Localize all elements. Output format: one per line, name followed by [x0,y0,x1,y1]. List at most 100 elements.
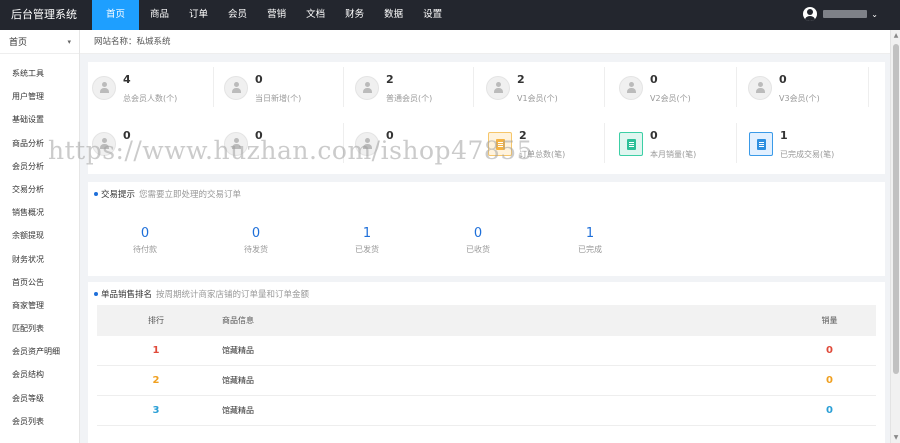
sidebar-module-select[interactable]: 首页 ▾ [0,30,79,54]
stats-panel: 4 总会员人数(个) 0 当日新增(个) 2 普通会员(个) 2 V1会员(个)… [88,62,885,174]
tip-value[interactable]: 0 [438,226,518,241]
sidebar-item-member-structure[interactable]: 会员结构 [0,363,79,386]
sidebar-item-product-analysis[interactable]: 商品分析 [0,132,79,155]
nav-data[interactable]: 数据 [375,0,412,30]
sidebar-item-member-levels[interactable]: 会员等级 [0,387,79,410]
tip-label[interactable]: 已收货 [438,244,518,255]
nav-home[interactable]: 首页 [92,0,140,30]
tip-value[interactable]: 0 [216,226,296,241]
column-sales: 销量 [821,316,838,325]
product-ranking-card: 单品销售排名 按周期统计商家店铺的订单量和订单金额 排行 商品信息 销量 1 馆… [88,282,885,443]
ranking-subtitle: 按周期统计商家店铺的订单量和订单金额 [156,290,310,300]
stat-value: 0 [650,73,658,86]
stat-label: 当日新增(个) [255,94,302,103]
chevron-down-icon[interactable]: ⌄ [871,10,878,19]
sidebar-item-member-analysis[interactable]: 会员分析 [0,155,79,178]
stat-new-today: 0 当日新增(个) [220,66,350,116]
ranking-title: 单品销售排名 [101,290,153,300]
rank-number: 2 [152,375,160,386]
nav-settings[interactable]: 设置 [414,0,451,30]
tip-label[interactable]: 待付款 [105,244,185,255]
sidebar-item-match-list[interactable]: 匹配列表 [0,317,79,340]
sidebar-item-system-tools[interactable]: 系统工具 [0,62,79,85]
table-row: 2 馆藏精品 0 [97,366,876,396]
nav-finance[interactable]: 财务 [336,0,373,30]
tip-value[interactable]: 1 [327,226,407,241]
rank-number: 1 [152,345,160,356]
nav-members[interactable]: 会员 [219,0,256,30]
page-scrollbar[interactable]: ▲ ▼ [890,30,900,443]
sidebar-item-member-list[interactable]: 会员列表 [0,410,79,433]
nav-marketing[interactable]: 营销 [258,0,295,30]
sidebar-item-sales-overview[interactable]: 销售概况 [0,201,79,224]
sidebar-item-trade-analysis[interactable]: 交易分析 [0,178,79,201]
user-icon [224,76,248,100]
divider [473,67,474,107]
stat-label: 订单总数(笔) [519,150,566,159]
user-menu[interactable]: ⌄ [803,7,878,21]
clipboard-icon [619,132,643,156]
divider [343,123,344,163]
top-bar: 后台管理系统 首页 商品 订单 会员 营销 文档 财务 数据 设置 ⌄ [0,0,900,30]
tip-received[interactable]: 0 已收货 [438,226,518,255]
stat-label: V3会员(个) [779,94,820,103]
nav-docs[interactable]: 文档 [297,0,334,30]
divider [604,123,605,163]
stat-value: 2 [517,73,525,86]
sidebar-item-users[interactable]: 用户管理 [0,85,79,108]
stat-label: 普通会员(个) [386,94,433,103]
stat-v2-members: 0 V2会员(个) [615,66,745,116]
sidebar-item-withdrawal[interactable]: 余额提现 [0,224,79,247]
stat-total-members: 4 总会员人数(个) [88,66,218,116]
divider [868,67,869,107]
stat-label: 总会员人数(个) [123,94,178,103]
avatar-icon[interactable] [803,7,818,21]
trade-tips-subtitle: 您需要立即处理的交易订单 [139,190,242,200]
user-name-blurred[interactable] [823,10,868,18]
scroll-up-icon[interactable]: ▲ [892,32,900,39]
bullet-dot-icon [94,292,98,296]
stat-total-orders: 2 订单总数(笔) [484,122,614,172]
trade-tips-title: 交易提示 [101,190,136,200]
ranking-header: 单品销售排名 按周期统计商家店铺的订单量和订单金额 [94,288,309,300]
scroll-down-icon[interactable]: ▼ [892,434,900,441]
sidebar-menu: 系统工具 用户管理 基础设置 商品分析 会员分析 交易分析 销售概况 余额提现 … [0,54,79,433]
column-product: 商品信息 [222,316,254,325]
sidebar-item-announcements[interactable]: 首页公告 [0,271,79,294]
stat-completed-trades: 1 已完成交易(笔) [745,122,875,172]
divider [736,67,737,107]
stat-item: 0 [88,122,218,172]
user-icon [92,132,116,156]
nav-orders[interactable]: 订单 [180,0,217,30]
nav-products[interactable]: 商品 [141,0,178,30]
tip-value[interactable]: 1 [550,226,630,241]
sidebar-item-basic-settings[interactable]: 基础设置 [0,108,79,131]
product-name: 馆藏精品 [222,406,254,415]
tip-pending-shipment[interactable]: 0 待发货 [216,226,296,255]
stat-label: 本月销量(笔) [650,150,697,159]
top-nav: 首页 商品 订单 会员 营销 文档 财务 数据 设置 [92,0,453,30]
calendar-icon [749,132,773,156]
sidebar-item-finance[interactable]: 财务状况 [0,248,79,271]
tip-completed[interactable]: 1 已完成 [550,226,630,255]
product-name: 馆藏精品 [222,376,254,385]
tip-label[interactable]: 已发货 [327,244,407,255]
stat-value: 0 [779,73,787,86]
scrollbar-thumb[interactable] [893,44,899,374]
stat-item: 0 [351,122,481,172]
table-header: 排行 商品信息 销量 [97,305,876,336]
user-icon [619,76,643,100]
sales-count: 0 [826,345,833,356]
stat-v1-members: 2 V1会员(个) [482,66,612,116]
tip-shipped[interactable]: 1 已发货 [327,226,407,255]
sidebar-select-value: 首页 [9,38,28,48]
sidebar-item-member-assets[interactable]: 会员资产明细 [0,340,79,363]
stat-regular-members: 2 普通会员(个) [351,66,481,116]
tip-value[interactable]: 0 [105,226,185,241]
ranking-table: 排行 商品信息 销量 1 馆藏精品 0 2 馆藏精品 0 3 馆藏精品 0 [97,305,876,426]
sidebar-item-merchants[interactable]: 商家管理 [0,294,79,317]
tip-label[interactable]: 待发货 [216,244,296,255]
stat-value: 2 [386,73,394,86]
tip-pending-payment[interactable]: 0 待付款 [105,226,185,255]
tip-label[interactable]: 已完成 [550,244,630,255]
